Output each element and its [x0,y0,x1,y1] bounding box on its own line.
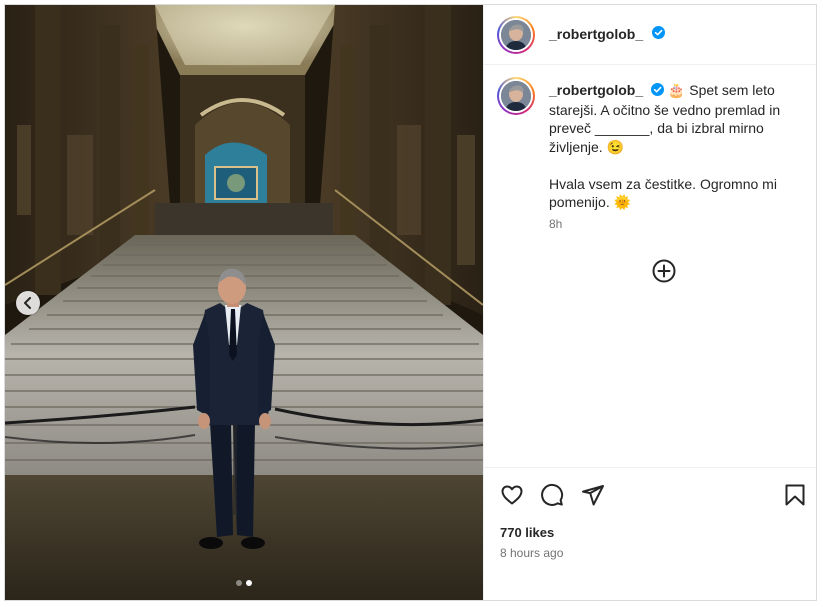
photo-scene [5,5,483,600]
caption-line: Spet sem leto [689,82,775,98]
share-button[interactable] [581,483,605,512]
carousel-indicator [5,580,483,586]
bookmark-icon [785,484,805,506]
caption-line: preveč _______, da bi izbral mirno [549,120,764,137]
post-side-panel: _robertgolob_ _robertgolob_ 🎂 Spet sem l… [483,5,816,600]
caption-timestamp[interactable]: 8h [549,217,562,231]
post-header: _robertgolob_ [484,5,816,65]
caption-text: _robertgolob_ 🎂 Spet sem leto starejši. … [549,81,807,212]
avatar-photo [501,20,531,50]
comment-icon [541,483,564,506]
carousel-dot-active[interactable] [246,580,252,586]
caption-line: pomenijo. 🌞 [549,194,632,211]
add-circle-icon [652,259,676,283]
save-button[interactable] [784,483,806,512]
heart-icon [501,485,523,505]
carousel-dot[interactable] [236,580,242,586]
verified-badge-icon [651,82,665,101]
caption-line: življenje. 😉 [549,138,625,155]
post-modal: _robertgolob_ _robertgolob_ 🎂 Spet sem l… [4,4,817,601]
post-timestamp[interactable]: 8 hours ago [500,546,563,560]
add-comment-button[interactable] [652,259,676,288]
send-icon [582,485,604,506]
like-button[interactable] [500,483,524,512]
caption-line: Hvala vsem za čestitke. Ogromno mi [549,175,777,192]
post-photo[interactable] [5,5,483,600]
carousel-prev-button[interactable] [16,291,40,315]
header-username[interactable]: _robertgolob_ [549,26,643,42]
caption-username[interactable]: _robertgolob_ [549,82,643,98]
caption-avatar[interactable] [497,77,535,115]
caption-line: starejši. A očitno še vedno premlad in [549,101,781,118]
avatar-photo [501,81,531,111]
comment-button[interactable] [540,483,564,512]
avatar[interactable] [497,16,535,54]
post-actions: 770 likes 8 hours ago [484,467,816,600]
cake-emoji: 🎂 [667,82,686,98]
chevron-left-icon [24,297,31,309]
verified-badge-icon [651,26,665,44]
likes-count[interactable]: 770 likes [500,525,554,540]
